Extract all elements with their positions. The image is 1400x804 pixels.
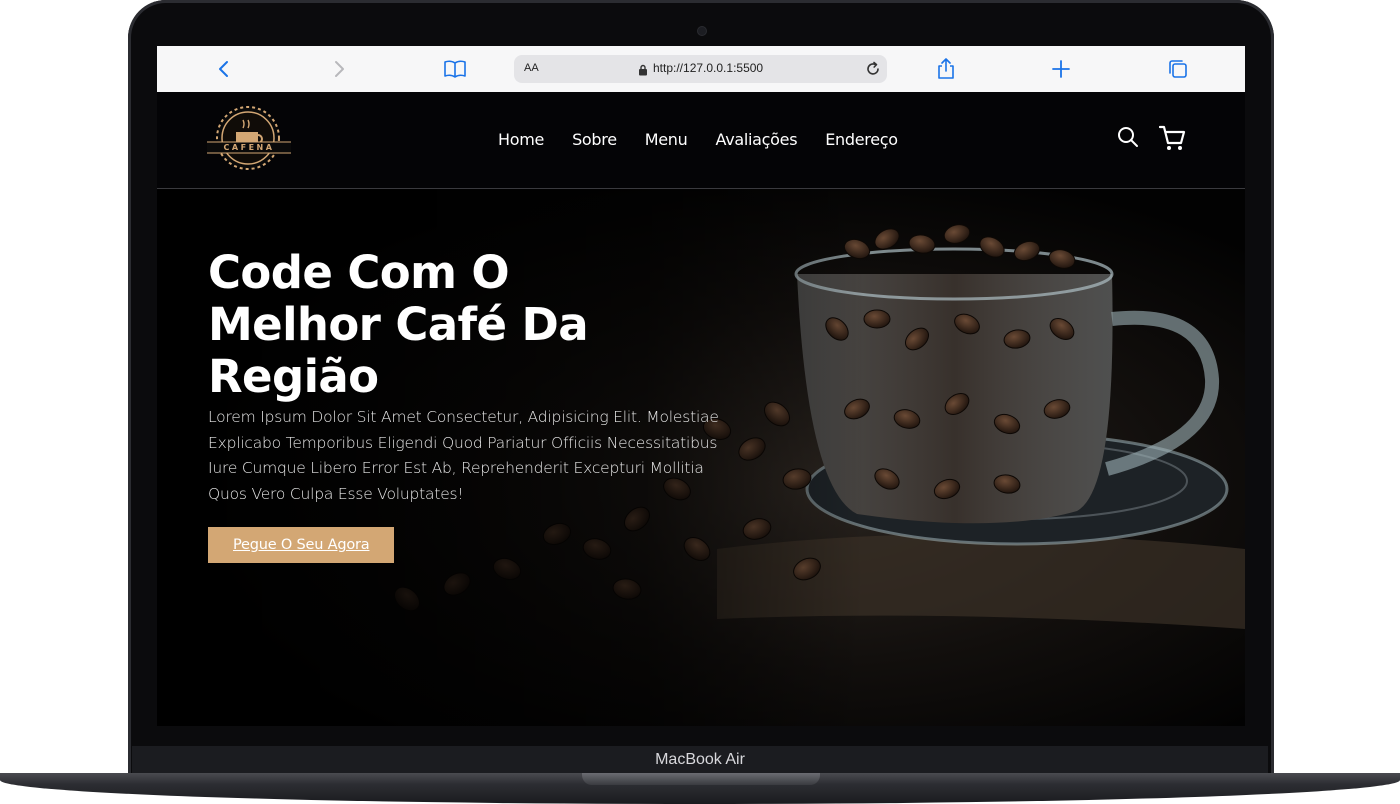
hero-section: Code Com O Melhor Café Da Região Lorem I…	[157, 189, 1245, 726]
nav-sobre[interactable]: Sobre	[572, 130, 617, 149]
camera-icon	[697, 26, 707, 36]
search-icon[interactable]	[1117, 126, 1139, 153]
browser-toolbar: AA http://127.0.0.1:5500	[157, 46, 1245, 93]
share-icon[interactable]	[933, 56, 959, 82]
website: CAFENA Home Sobre Menu Avaliações Endere…	[157, 92, 1245, 726]
hero-title-line-1: Code Com O	[208, 246, 510, 299]
logo-text: CAFENA	[223, 143, 275, 152]
url-text: http://127.0.0.1:5500	[653, 61, 764, 75]
device-label: MacBook Air	[655, 751, 745, 768]
hero-title: Code Com O Melhor Café Da Região	[208, 247, 728, 403]
nav-menu[interactable]: Menu	[645, 130, 688, 149]
reader-aa-button[interactable]: AA	[524, 62, 539, 74]
hero-title-line-2: Melhor Café Da	[208, 298, 589, 351]
cart-icon[interactable]	[1158, 124, 1187, 157]
forward-icon[interactable]	[326, 56, 352, 82]
back-icon[interactable]	[211, 56, 237, 82]
screen: AA http://127.0.0.1:5500 CAFENA Home Sob…	[157, 46, 1245, 726]
lock-icon	[638, 63, 648, 81]
site-header: CAFENA Home Sobre Menu Avaliações Endere…	[157, 92, 1245, 189]
reload-icon[interactable]	[864, 60, 882, 83]
hero-content: Code Com O Melhor Café Da Região Lorem I…	[208, 247, 728, 563]
nav-endereco[interactable]: Endereço	[825, 130, 898, 149]
hero-title-line-3: Região	[208, 350, 379, 403]
nav-avaliacoes[interactable]: Avaliações	[715, 130, 797, 149]
get-yours-button[interactable]: Pegue O Seu Agora	[208, 527, 395, 563]
tabs-icon[interactable]	[1165, 56, 1191, 82]
hero-description: Lorem Ipsum Dolor Sit Amet Consectetur, …	[208, 408, 719, 503]
new-tab-icon[interactable]	[1048, 56, 1074, 82]
address-bar[interactable]: AA http://127.0.0.1:5500	[514, 55, 887, 83]
nav-home[interactable]: Home	[498, 130, 544, 149]
laptop-notch	[582, 773, 820, 785]
main-nav: Home Sobre Menu Avaliações Endereço	[498, 130, 898, 149]
bookmarks-icon[interactable]	[442, 56, 468, 82]
cafena-logo[interactable]: CAFENA	[207, 104, 291, 172]
